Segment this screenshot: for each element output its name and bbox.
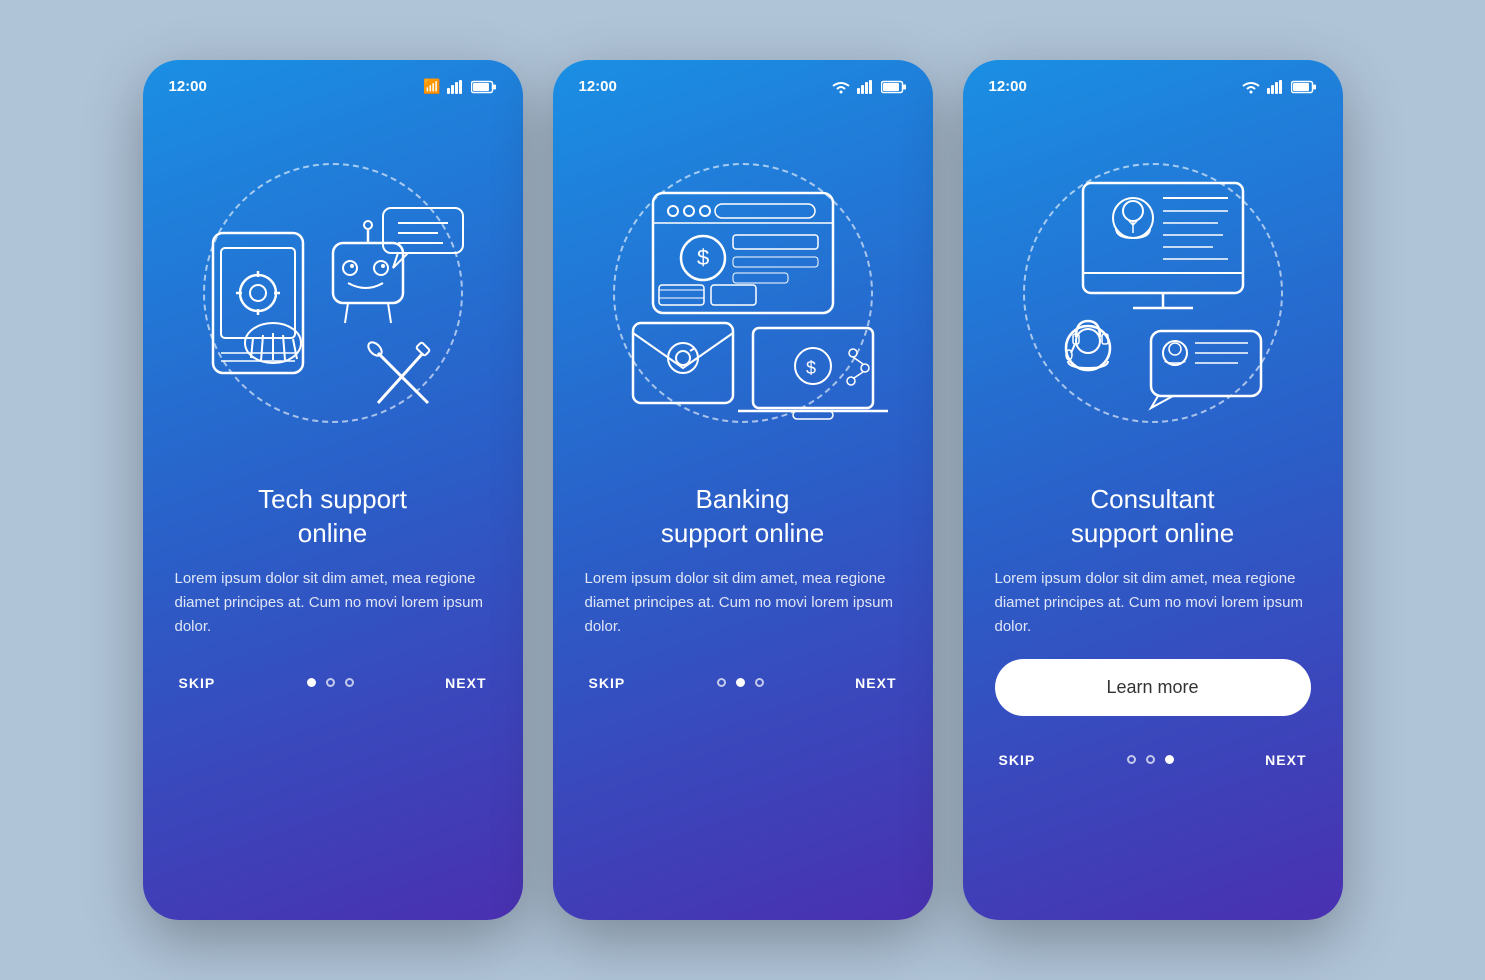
time-2: 12:00 bbox=[579, 78, 617, 95]
battery-icon-2 bbox=[881, 80, 907, 94]
dots-2 bbox=[717, 678, 764, 687]
skip-button-3[interactable]: SKIP bbox=[999, 752, 1036, 768]
signal-icon-1 bbox=[447, 80, 465, 94]
dot-3-2 bbox=[1146, 755, 1155, 764]
skip-button-1[interactable]: SKIP bbox=[179, 675, 216, 691]
screen-description-1: Lorem ipsum dolor sit dim amet, mea regi… bbox=[175, 567, 491, 639]
signal-icon-3 bbox=[1267, 80, 1285, 94]
text-content-tech: Tech supportonline Lorem ipsum dolor sit… bbox=[143, 483, 523, 659]
next-button-2[interactable]: NEXT bbox=[855, 675, 896, 691]
illustration-area-consultant bbox=[963, 103, 1343, 483]
text-content-consultant: Consultantsupport online Lorem ipsum dol… bbox=[963, 483, 1343, 736]
dot-1-2 bbox=[326, 678, 335, 687]
status-icons-3 bbox=[1241, 80, 1317, 94]
battery-icon-1 bbox=[471, 80, 497, 94]
dot-3-3 bbox=[1165, 755, 1174, 764]
svg-text:$: $ bbox=[806, 358, 816, 378]
screen-title-2: Bankingsupport online bbox=[585, 483, 901, 551]
dots-3 bbox=[1127, 755, 1174, 764]
time-1: 12:00 bbox=[169, 78, 207, 95]
illustration-area-tech bbox=[143, 103, 523, 483]
illustration-area-banking: $ bbox=[553, 103, 933, 483]
next-button-3[interactable]: NEXT bbox=[1265, 752, 1306, 768]
battery-icon-3 bbox=[1291, 80, 1317, 94]
phone-screen-banking: 12:00 bbox=[553, 60, 933, 920]
wifi-icon-3 bbox=[1241, 80, 1261, 94]
time-3: 12:00 bbox=[989, 78, 1027, 95]
dot-2-3 bbox=[755, 678, 764, 687]
dot-2-1 bbox=[717, 678, 726, 687]
screen-description-2: Lorem ipsum dolor sit dim amet, mea regi… bbox=[585, 567, 901, 639]
bottom-nav-3: SKIP NEXT bbox=[963, 736, 1343, 798]
status-icons-1: 📶 bbox=[423, 78, 496, 95]
screens-container: 12:00 📶 bbox=[143, 60, 1343, 920]
next-button-1[interactable]: NEXT bbox=[445, 675, 486, 691]
screen-title-3: Consultantsupport online bbox=[995, 483, 1311, 551]
dot-1-1 bbox=[307, 678, 316, 687]
status-bar-3: 12:00 bbox=[963, 60, 1343, 103]
consultant-support-illustration bbox=[1003, 153, 1303, 433]
text-content-banking: Bankingsupport online Lorem ipsum dolor … bbox=[553, 483, 933, 659]
screen-description-3: Lorem ipsum dolor sit dim amet, mea regi… bbox=[995, 567, 1311, 639]
dot-2-2 bbox=[736, 678, 745, 687]
tech-support-illustration bbox=[183, 153, 483, 433]
dot-1-3 bbox=[345, 678, 354, 687]
svg-text:$: $ bbox=[697, 245, 709, 270]
dot-3-1 bbox=[1127, 755, 1136, 764]
wifi-icon-2 bbox=[831, 80, 851, 94]
learn-more-button[interactable]: Learn more bbox=[995, 659, 1311, 716]
banking-support-illustration: $ bbox=[593, 153, 893, 433]
screen-title-1: Tech supportonline bbox=[175, 483, 491, 551]
status-bar-2: 12:00 bbox=[553, 60, 933, 103]
bottom-nav-2: SKIP NEXT bbox=[553, 659, 933, 721]
dots-1 bbox=[307, 678, 354, 687]
skip-button-2[interactable]: SKIP bbox=[589, 675, 626, 691]
phone-screen-consultant: 12:00 bbox=[963, 60, 1343, 920]
phone-screen-tech: 12:00 📶 bbox=[143, 60, 523, 920]
wifi-icon-1: 📶 bbox=[423, 78, 440, 95]
bottom-nav-1: SKIP NEXT bbox=[143, 659, 523, 721]
signal-icon-2 bbox=[857, 80, 875, 94]
status-bar-1: 12:00 📶 bbox=[143, 60, 523, 103]
status-icons-2 bbox=[831, 80, 907, 94]
